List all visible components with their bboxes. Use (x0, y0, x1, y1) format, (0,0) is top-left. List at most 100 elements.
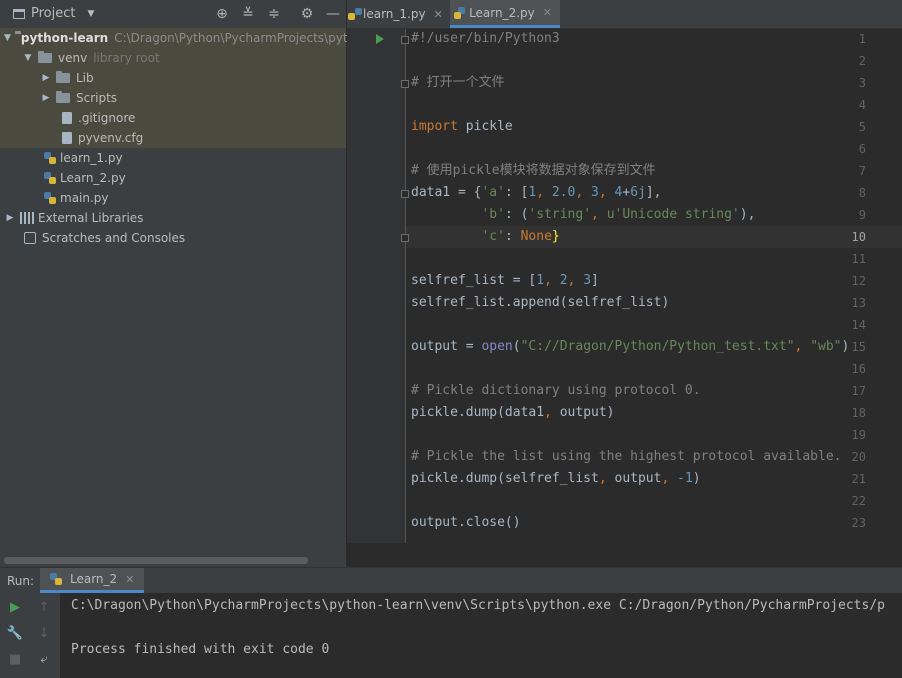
wrench-icon[interactable]: 🔧 (6, 625, 24, 643)
line-number[interactable]: 5 (836, 120, 866, 134)
up-arrow-icon[interactable]: ↑ (35, 599, 53, 617)
code-line-9[interactable]: 'b': ('string', u'Unicode string'), (411, 204, 755, 226)
tree-item-pyvenv[interactable]: pyvenv.cfg (0, 128, 346, 148)
tree-item-label: Scripts (76, 91, 118, 105)
chevron-down-icon[interactable]: ▼ (4, 33, 11, 43)
project-view-selector[interactable]: Project ▼ (13, 6, 94, 21)
line-number[interactable]: 8 (836, 186, 866, 200)
chevron-down-icon: ▼ (87, 8, 95, 19)
tree-item-scratches[interactable]: Scratches and Consoles (0, 228, 346, 248)
horizontal-scrollbar[interactable] (4, 557, 308, 564)
code-line-7[interactable]: # 使用pickle模块将数据对象保存到文件 (411, 160, 656, 182)
line-number[interactable]: 3 (836, 76, 866, 90)
string: 'a' (481, 185, 505, 200)
code-line-8[interactable]: data1 = {'a': [1, 2.0, 3, 4+6j], (411, 182, 662, 204)
code-line-20[interactable]: # Pickle the list using the highest prot… (411, 446, 841, 468)
locate-icon[interactable]: ⊕ (213, 5, 231, 23)
rerun-icon[interactable]: ▶ (6, 599, 24, 617)
tree-item-lib[interactable]: ▶ Lib (0, 68, 346, 88)
line-number[interactable]: 9 (836, 208, 866, 222)
tree-item-venv[interactable]: ▼ venv library root (0, 48, 346, 68)
collapse-all-icon[interactable]: ≑ (265, 5, 283, 23)
run-tool-window: Run: Learn_2 ✕ ▶ ↑ 🔧 ↓ ■ ⤶ C:\Dragon\Pyt… (0, 567, 902, 678)
tree-item-external-libraries[interactable]: ▶ External Libraries (0, 208, 346, 228)
fold-icon[interactable] (401, 80, 409, 88)
line-number[interactable]: 12 (836, 274, 866, 288)
code-line-18[interactable]: pickle.dump(data1, output) (411, 402, 615, 424)
line-number[interactable]: 17 (836, 384, 866, 398)
tree-item-scripts[interactable]: ▶ Scripts (0, 88, 346, 108)
library-icon (20, 212, 34, 224)
python-file-icon (44, 152, 56, 164)
run-gutter-icon[interactable] (376, 34, 384, 44)
project-tool-window: Project ▼ ⊕ ≚ ≑ ⚙ — ▼ python-learn C:\Dr… (0, 0, 362, 567)
code-line-21[interactable]: pickle.dump(selfref_list, output, -1) (411, 468, 701, 490)
number: 6j (630, 185, 646, 200)
tab-learn-2[interactable]: Learn_2.py ✕ (450, 0, 560, 28)
code-line-15[interactable]: output = open("C://Dragon/Python/Python_… (411, 336, 849, 358)
chevron-right-icon[interactable]: ▶ (4, 213, 16, 223)
line-number[interactable]: 19 (836, 428, 866, 442)
expand-all-icon[interactable]: ≚ (239, 5, 257, 23)
code-line-5[interactable]: import pickle (411, 116, 513, 138)
down-arrow-icon[interactable]: ↓ (35, 625, 53, 643)
stop-icon[interactable]: ■ (6, 651, 24, 669)
line-number[interactable]: 14 (836, 318, 866, 332)
line-number[interactable]: 2 (836, 54, 866, 68)
line-number[interactable]: 7 (836, 164, 866, 178)
tree-item-learn-1[interactable]: learn_1.py (0, 148, 346, 168)
fold-icon[interactable] (401, 234, 409, 242)
code-line-12[interactable]: selfref_list = [1, 2, 3] (411, 270, 599, 292)
builtin: open (481, 339, 513, 354)
tree-item-label: pyvenv.cfg (78, 131, 144, 145)
close-icon[interactable]: ✕ (125, 573, 134, 586)
line-number[interactable]: 16 (836, 362, 866, 376)
number: 1 (536, 273, 545, 288)
punct: , (661, 471, 678, 486)
code-text: output = (411, 339, 482, 354)
chevron-down-icon[interactable]: ▼ (22, 53, 34, 63)
code-line-13[interactable]: selfref_list.append(selfref_list) (411, 292, 669, 314)
tree-item-python-learn[interactable]: ▼ python-learn C:\Dragon\Python\PycharmP… (0, 28, 362, 48)
code-text: ), (739, 207, 756, 222)
run-tab-learn-2[interactable]: Learn_2 ✕ (40, 568, 145, 593)
tree-item-label: learn_1.py (60, 151, 123, 165)
soft-wrap-icon[interactable]: ⤶ (35, 651, 53, 669)
line-number-gutter[interactable] (347, 29, 405, 543)
folder-icon (56, 91, 70, 103)
gear-icon[interactable]: ⚙ (298, 5, 316, 23)
line-number[interactable]: 6 (836, 142, 866, 156)
tree-item-learn-2[interactable]: Learn_2.py (0, 168, 346, 188)
tab-learn-1[interactable]: learn_1.py ✕ (347, 0, 445, 28)
code-line-23[interactable]: output.close() (411, 512, 521, 534)
tree-item-main[interactable]: main.py (0, 188, 346, 208)
chevron-right-icon[interactable]: ▶ (40, 73, 52, 83)
line-number[interactable]: 13 (836, 296, 866, 310)
code-text: ) (692, 471, 701, 486)
line-number[interactable]: 22 (836, 494, 866, 508)
string: 'c' (481, 229, 505, 244)
number: -1 (677, 471, 693, 486)
chevron-right-icon[interactable]: ▶ (40, 93, 52, 103)
editor-tab-bar: learn_1.py ✕ Learn_2.py ✕ (347, 0, 902, 29)
project-header: Project ▼ ⊕ ≚ ≑ ⚙ — (0, 0, 346, 29)
line-number[interactable]: 11 (836, 252, 866, 266)
hide-icon[interactable]: — (324, 5, 342, 23)
tree-item-gitignore[interactable]: .gitignore (0, 108, 346, 128)
tree-item-label: Learn_2.py (60, 171, 126, 185)
close-icon[interactable]: ✕ (543, 6, 552, 19)
line-number[interactable]: 10 (836, 230, 866, 244)
code-line-10[interactable]: 'c': None} (411, 226, 559, 248)
line-number[interactable]: 18 (836, 406, 866, 420)
line-number[interactable]: 21 (836, 472, 866, 486)
line-number[interactable]: 1 (836, 32, 866, 46)
line-number[interactable]: 4 (836, 98, 866, 112)
fold-icon[interactable] (401, 36, 409, 44)
close-icon[interactable]: ✕ (434, 8, 443, 21)
code-line-3[interactable]: # 打开一个文件 (411, 72, 505, 94)
code-line-17[interactable]: # Pickle dictionary using protocol 0. (411, 380, 701, 402)
fold-icon[interactable] (401, 190, 409, 198)
line-number[interactable]: 23 (836, 516, 866, 530)
run-tab-label: Learn_2 (70, 572, 118, 586)
code-line-1[interactable]: #!/user/bin/Python3 (411, 28, 560, 50)
